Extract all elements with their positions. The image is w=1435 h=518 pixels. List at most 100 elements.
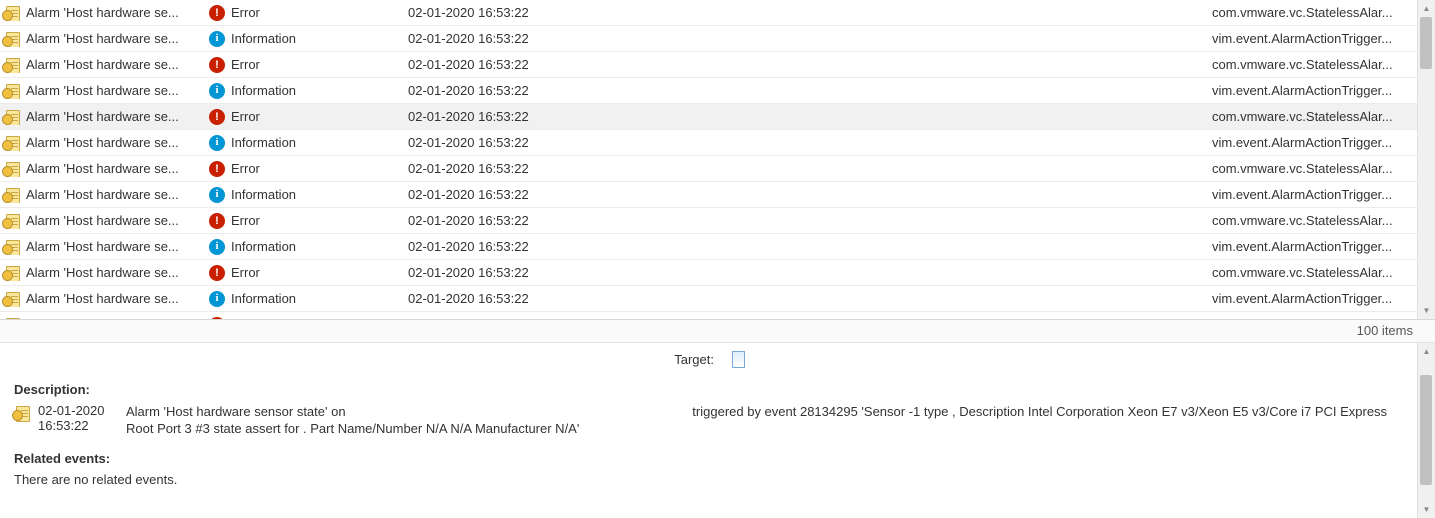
event-row[interactable]: Alarm 'Host hardware se... Error 02-01-202… xyxy=(0,208,1417,234)
event-description: Alarm 'Host hardware se... xyxy=(26,83,179,98)
error-icon xyxy=(209,57,225,73)
event-type: Error xyxy=(231,317,260,319)
no-related-text: There are no related events. xyxy=(14,472,1403,487)
event-type-id: com.vmware.vc.StatelessAlar... xyxy=(1212,213,1393,228)
detail-text: Alarm 'Host hardware sensor state' on tr… xyxy=(126,403,1403,437)
event-type: Error xyxy=(231,265,260,280)
alarm-icon xyxy=(4,291,22,307)
event-description: Alarm 'Host hardware se... xyxy=(26,187,179,202)
event-type-id: vim.event.AlarmActionTrigger... xyxy=(1212,239,1392,254)
alarm-icon xyxy=(4,187,22,203)
event-row[interactable]: Alarm 'Host hardware se... Error 02-01-202… xyxy=(0,52,1417,78)
event-datetime: 02-01-2020 16:53:22 xyxy=(408,161,529,176)
event-type-id: vim.event.AlarmActionTrigger... xyxy=(1212,187,1392,202)
event-description: Alarm 'Host hardware se... xyxy=(26,265,179,280)
alarm-icon xyxy=(4,109,22,125)
event-grid[interactable]: Alarm 'Host hardware se... Error 02-01-202… xyxy=(0,0,1417,319)
detail-panel-area: Target: Description: 02-01-2020 16:53:22… xyxy=(0,343,1435,518)
info-icon xyxy=(209,291,225,307)
event-type-id: vim.event.AlarmActionTrigger... xyxy=(1212,135,1392,150)
scroll-down-button[interactable]: ▼ xyxy=(1418,302,1435,319)
alarm-icon xyxy=(14,405,32,421)
alarm-icon xyxy=(4,135,22,151)
event-row[interactable]: Alarm 'Host hardware se...Information02-… xyxy=(0,286,1417,312)
event-datetime: 02-01-2020 16:53:22 xyxy=(408,135,529,150)
event-datetime: 02-01-2020 16:53:22 xyxy=(408,83,529,98)
alarm-icon xyxy=(4,57,22,73)
scroll-down-button[interactable]: ▼ xyxy=(1418,501,1435,518)
error-icon xyxy=(209,109,225,125)
detail-panel: Target: Description: 02-01-2020 16:53:22… xyxy=(0,343,1417,518)
alarm-icon xyxy=(4,5,22,21)
event-type-id: com.vmware.vc.StatelessAlar... xyxy=(1212,57,1393,72)
alarm-icon xyxy=(4,265,22,281)
event-datetime: 02-01-2020 16:53:22 xyxy=(408,31,529,46)
event-description: Alarm 'Host hardware se... xyxy=(26,317,179,319)
event-datetime: 02-01-2020 16:53:22 xyxy=(408,109,529,124)
host-icon[interactable] xyxy=(732,351,745,368)
event-datetime: 02-01-2020 16:53:22 xyxy=(408,317,529,319)
info-icon xyxy=(209,31,225,47)
event-description: Alarm 'Host hardware se... xyxy=(26,239,179,254)
detail-scrollbar[interactable]: ▲ ▼ xyxy=(1417,343,1435,518)
event-row[interactable]: Alarm 'Host hardware se...Information02-… xyxy=(0,234,1417,260)
event-description: Alarm 'Host hardware se... xyxy=(26,31,179,46)
alarm-icon xyxy=(4,317,22,320)
event-row[interactable]: Alarm 'Host hardware se... Information 02-… xyxy=(0,130,1417,156)
event-row[interactable]: Alarm 'Host hardware se... Information 02-… xyxy=(0,26,1417,52)
error-icon xyxy=(209,5,225,21)
event-description: Alarm 'Host hardware se... xyxy=(26,161,179,176)
alarm-icon xyxy=(4,83,22,99)
scroll-thumb[interactable] xyxy=(1420,17,1432,69)
section-related-title: Related events: xyxy=(14,451,1403,466)
alarm-icon xyxy=(4,161,22,177)
event-description: Alarm 'Host hardware se... xyxy=(26,57,179,72)
alarm-icon xyxy=(4,239,22,255)
event-description: Alarm 'Host hardware se... xyxy=(26,135,179,150)
event-description: Alarm 'Host hardware se... xyxy=(26,109,179,124)
info-icon xyxy=(209,83,225,99)
event-type: Error xyxy=(231,161,260,176)
event-type: Error xyxy=(231,57,260,72)
event-row[interactable]: Alarm 'Host hardware se...Error02-01-202… xyxy=(0,260,1417,286)
event-row[interactable]: Alarm 'Host hardware se... Error 02-01-202… xyxy=(0,312,1417,319)
event-type-id: com.vmware.vc.StatelessAlar... xyxy=(1212,265,1393,280)
event-datetime: 02-01-2020 16:53:22 xyxy=(408,213,529,228)
event-type-id: com.vmware.vc.StatelessAlar... xyxy=(1212,109,1393,124)
event-type: Information xyxy=(231,291,296,306)
event-type: Error xyxy=(231,5,260,20)
error-icon xyxy=(209,213,225,229)
label-target: Target: xyxy=(14,352,732,367)
event-type-id: vim.event.AlarmActionTrigger... xyxy=(1212,291,1392,306)
scroll-up-button[interactable]: ▲ xyxy=(1418,343,1435,360)
error-icon xyxy=(209,265,225,281)
event-type: Information xyxy=(231,83,296,98)
event-type: Error xyxy=(231,213,260,228)
event-datetime: 02-01-2020 16:53:22 xyxy=(408,239,529,254)
event-datetime: 02-01-2020 16:53:22 xyxy=(408,5,529,20)
event-type-id: com vmware vc StatelessAlar xyxy=(1212,317,1383,319)
event-row[interactable]: Alarm 'Host hardware se...Error02-01-202… xyxy=(0,0,1417,26)
scroll-up-button[interactable]: ▲ xyxy=(1418,0,1435,17)
info-icon xyxy=(209,187,225,203)
event-type-id: com.vmware.vc.StatelessAlar... xyxy=(1212,161,1393,176)
event-type: Error xyxy=(231,109,260,124)
alarm-icon xyxy=(4,213,22,229)
event-row[interactable]: Alarm 'Host hardware se...Information02-… xyxy=(0,182,1417,208)
event-datetime: 02-01-2020 16:53:22 xyxy=(408,187,529,202)
info-icon xyxy=(209,135,225,151)
event-type-id: vim.event.AlarmActionTrigger... xyxy=(1212,83,1392,98)
event-datetime: 02-01-2020 16:53:22 xyxy=(408,57,529,72)
event-type: Information xyxy=(231,31,296,46)
event-description: Alarm 'Host hardware se... xyxy=(26,213,179,228)
event-row[interactable]: Alarm 'Host hardware se... Error 02-01-202… xyxy=(0,156,1417,182)
scroll-thumb[interactable] xyxy=(1420,375,1432,485)
event-row[interactable]: Alarm 'Host hardware se... Information 02-… xyxy=(0,78,1417,104)
info-icon xyxy=(209,239,225,255)
alarm-icon xyxy=(4,31,22,47)
grid-scrollbar[interactable]: ▲ ▼ xyxy=(1417,0,1435,319)
event-type: Information xyxy=(231,135,296,150)
item-count: 100 items xyxy=(0,320,1435,343)
event-row[interactable]: Alarm 'Host hardware se... Error 02-01-202… xyxy=(0,104,1417,130)
event-datetime: 02-01-2020 16:53:22 xyxy=(408,291,529,306)
